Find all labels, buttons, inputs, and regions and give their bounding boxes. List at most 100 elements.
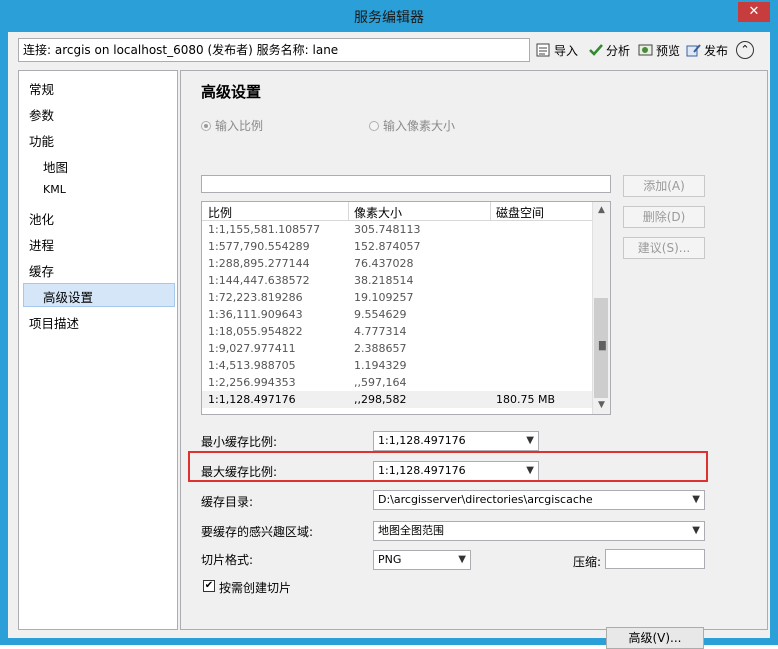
sidebar-item-parameters[interactable]: 参数 bbox=[29, 105, 54, 124]
table-row[interactable]: 1:288,895.277144 76.437028 bbox=[202, 255, 595, 272]
table-row[interactable]: 1:9,027.977411 2.388657 bbox=[202, 340, 595, 357]
sidebar-item-processes[interactable]: 进程 bbox=[29, 235, 54, 254]
sidebar-item-advanced-settings[interactable]: 高级设置 bbox=[43, 287, 93, 306]
table-row[interactable]: 1:1,128.497176 ,,298,582 180.75 MB bbox=[202, 391, 595, 408]
cache-directory-value: D:\arcgisserver\directories\arcgiscache bbox=[378, 493, 593, 506]
on-demand-checkbox[interactable]: ✔ bbox=[203, 580, 215, 592]
sidebar-item-kml[interactable]: KML bbox=[43, 183, 66, 196]
analyze-label: 分析 bbox=[606, 44, 631, 58]
scale-cell: 1:4,513.988705 bbox=[208, 359, 296, 372]
advanced-button[interactable]: 高级(V)... bbox=[606, 627, 704, 649]
scale-cell: 1:72,223.819286 bbox=[208, 291, 303, 304]
disk-space-cell: 180.75 MB bbox=[496, 393, 556, 406]
import-button[interactable]: 导入 bbox=[536, 42, 578, 60]
analyze-button[interactable]: 分析 bbox=[588, 42, 630, 60]
tile-format-select[interactable]: PNG ▼ bbox=[373, 550, 471, 570]
title-bar[interactable]: 服务编辑器 ✕ bbox=[0, 0, 778, 32]
radio-input-scale[interactable]: 输入比例 bbox=[201, 117, 263, 134]
table-row[interactable]: 1:577,790.554289 152.874057 bbox=[202, 238, 595, 255]
scale-cell: 1:1,128.497176 bbox=[208, 393, 296, 406]
publish-label: 发布 bbox=[704, 44, 729, 58]
sidebar-item-general[interactable]: 常规 bbox=[29, 79, 54, 98]
area-of-interest-label: 要缓存的感兴趣区域: bbox=[201, 525, 314, 539]
pixel-size-cell: ,,298,582 bbox=[354, 393, 407, 406]
column-divider bbox=[348, 202, 349, 220]
pixel-size-cell: 4.777314 bbox=[354, 325, 407, 338]
service-editor-window: 服务编辑器 ✕ 连接: arcgis on localhost_6080 (发布… bbox=[0, 0, 778, 649]
pixel-size-cell: 152.874057 bbox=[354, 240, 421, 253]
scale-cell: 1:2,256.994353 bbox=[208, 376, 296, 389]
connection-info-field: 连接: arcgis on localhost_6080 (发布者) 服务名称:… bbox=[18, 38, 530, 62]
scroll-grip-icon: ▬ ▬ ▬ bbox=[598, 338, 607, 354]
min-scale-label: 最小缓存比例: bbox=[201, 435, 278, 449]
preview-icon bbox=[638, 43, 654, 57]
area-of-interest-value: 地图全图范围 bbox=[378, 524, 444, 537]
radio-selected-icon bbox=[201, 121, 211, 131]
pixel-size-cell: ,,597,164 bbox=[354, 376, 407, 389]
scale-levels-grid[interactable]: 比例 像素大小 磁盘空间 1:1,155,581.108577 305.74811… bbox=[201, 201, 611, 415]
checkmark-icon bbox=[588, 43, 604, 57]
table-row[interactable]: 1:2,256.994353 ,,597,164 bbox=[202, 374, 595, 391]
pixel-size-cell: 19.109257 bbox=[354, 291, 414, 304]
sidebar-item-capabilities[interactable]: 功能 bbox=[29, 131, 54, 150]
pixel-size-cell: 9.554629 bbox=[354, 308, 407, 321]
sidebar-item-pooling[interactable]: 池化 bbox=[29, 209, 54, 228]
scale-cell: 1:9,027.977411 bbox=[208, 342, 296, 355]
column-header-scale[interactable]: 比例 bbox=[208, 204, 232, 221]
column-header-pixel-size[interactable]: 像素大小 bbox=[354, 204, 402, 221]
suggest-scales-button[interactable]: 建议(S)... bbox=[623, 237, 705, 259]
table-row[interactable]: 1:36,111.909643 9.554629 bbox=[202, 306, 595, 323]
sidebar-item-caching[interactable]: 缓存 bbox=[29, 261, 54, 280]
min-scale-value: 1:1,128.497176 bbox=[378, 434, 466, 447]
preview-button[interactable]: 预览 bbox=[638, 42, 680, 60]
area-of-interest-select[interactable]: 地图全图范围 ▼ bbox=[373, 521, 705, 541]
radio-input-pixel-size[interactable]: 输入像素大小 bbox=[369, 117, 455, 134]
compression-input[interactable] bbox=[605, 549, 705, 569]
sidebar-nav: 常规 参数 功能 地图 KML 池化 进程 缓存 高级设置 项目描述 bbox=[18, 70, 178, 630]
checkmark-icon: ✔ bbox=[204, 580, 214, 591]
column-divider bbox=[490, 202, 491, 220]
chevron-down-icon: ▼ bbox=[526, 435, 534, 446]
on-demand-label: 按需创建切片 bbox=[219, 581, 292, 595]
scale-input[interactable] bbox=[201, 175, 611, 193]
table-row[interactable]: 1:1,155,581.108577 305.748113 bbox=[202, 221, 595, 238]
sidebar-item-item-description[interactable]: 项目描述 bbox=[29, 313, 79, 332]
scroll-down-icon[interactable]: ▼ bbox=[593, 397, 610, 414]
pixel-size-cell: 2.388657 bbox=[354, 342, 407, 355]
collapse-toggle-button[interactable]: ⌃ bbox=[736, 41, 754, 59]
radio-input-scale-label: 输入比例 bbox=[215, 119, 264, 133]
table-row[interactable]: 1:72,223.819286 19.109257 bbox=[202, 289, 595, 306]
table-row[interactable]: 1:18,055.954822 4.777314 bbox=[202, 323, 595, 340]
chevron-down-icon: ▼ bbox=[458, 554, 466, 565]
client-area: 连接: arcgis on localhost_6080 (发布者) 服务名称:… bbox=[8, 32, 770, 649]
advanced-settings-panel: 高级设置 输入比例 输入像素大小 添加(A) 删除(D) 建议(S)... 比例… bbox=[180, 70, 768, 649]
min-scale-select[interactable]: 1:1,128.497176 ▼ bbox=[373, 431, 539, 451]
window-title: 服务编辑器 bbox=[354, 10, 424, 26]
scale-cell: 1:288,895.277144 bbox=[208, 257, 310, 270]
grid-header: 比例 像素大小 磁盘空间 bbox=[202, 202, 595, 221]
sidebar-item-map[interactable]: 地图 bbox=[43, 157, 68, 176]
scale-cell: 1:18,055.954822 bbox=[208, 325, 303, 338]
column-header-disk-space[interactable]: 磁盘空间 bbox=[496, 204, 544, 221]
cache-directory-label: 缓存目录: bbox=[201, 495, 254, 509]
pixel-size-cell: 76.437028 bbox=[354, 257, 414, 270]
scroll-up-icon[interactable]: ▲ bbox=[593, 202, 610, 219]
pixel-size-cell: 305.748113 bbox=[354, 223, 421, 236]
scale-cell: 1:577,790.554289 bbox=[208, 240, 310, 253]
radio-unselected-icon bbox=[369, 121, 379, 131]
table-row[interactable]: 1:144,447.638572 38.218514 bbox=[202, 272, 595, 289]
grid-scrollbar[interactable]: ▲ ▬ ▬ ▬ ▼ bbox=[592, 202, 610, 414]
close-button[interactable]: ✕ bbox=[738, 2, 770, 22]
scale-cell: 1:1,155,581.108577 bbox=[208, 223, 321, 236]
scrollbar-thumb[interactable]: ▬ ▬ ▬ bbox=[594, 298, 608, 398]
table-row[interactable]: 1:4,513.988705 1.194329 bbox=[202, 357, 595, 374]
cache-directory-select[interactable]: D:\arcgisserver\directories\arcgiscache … bbox=[373, 490, 705, 510]
delete-scale-button[interactable]: 删除(D) bbox=[623, 206, 705, 228]
publish-button[interactable]: 发布 bbox=[686, 42, 728, 60]
add-scale-button[interactable]: 添加(A) bbox=[623, 175, 705, 197]
pixel-size-cell: 38.218514 bbox=[354, 274, 414, 287]
publish-icon bbox=[686, 43, 702, 57]
scale-cell: 1:36,111.909643 bbox=[208, 308, 303, 321]
panel-title: 高级设置 bbox=[201, 83, 262, 101]
pixel-size-cell: 1.194329 bbox=[354, 359, 407, 372]
